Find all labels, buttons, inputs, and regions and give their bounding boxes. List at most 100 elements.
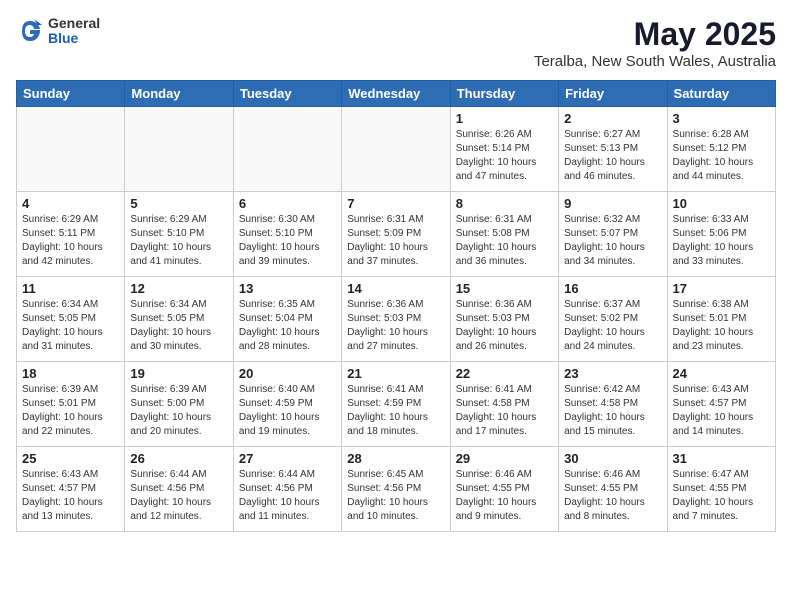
- day-info: Sunrise: 6:34 AM Sunset: 5:05 PM Dayligh…: [22, 298, 119, 354]
- day-number: 14: [347, 281, 444, 296]
- day-info: Sunrise: 6:41 AM Sunset: 4:59 PM Dayligh…: [347, 383, 444, 439]
- calendar-cell: 13 Sunrise: 6:35 AM Sunset: 5:04 PM Dayli…: [233, 277, 341, 362]
- weekday-header-tuesday: Tuesday: [233, 81, 341, 107]
- calendar-cell: [233, 107, 341, 192]
- day-number: 15: [456, 281, 553, 296]
- day-number: 4: [22, 196, 119, 211]
- day-info: Sunrise: 6:43 AM Sunset: 4:57 PM Dayligh…: [673, 383, 770, 439]
- calendar-cell: 20Sunrise: 6:40 AM Sunset: 4:59 PM Dayli…: [233, 362, 341, 447]
- week-row-3: 11 Sunrise: 6:34 AM Sunset: 5:05 PM Dayli…: [17, 277, 776, 362]
- weekday-header-monday: Monday: [125, 81, 233, 107]
- calendar-cell: 12 Sunrise: 6:34 AM Sunset: 5:05 PM Dayli…: [125, 277, 233, 362]
- day-info: Sunrise: 6:26 AM Sunset: 5:14 PM Dayligh…: [456, 128, 553, 184]
- week-row-2: 4 Sunrise: 6:29 AM Sunset: 5:11 PM Daylig…: [17, 192, 776, 277]
- day-number: 13: [239, 281, 336, 296]
- day-info: Sunrise: 6:27 AM Sunset: 5:13 PM Dayligh…: [564, 128, 661, 184]
- calendar-cell: 31 Sunrise: 6:47 AM Sunset: 4:55 PM Dayli…: [667, 447, 775, 532]
- day-info: Sunrise: 6:33 AM Sunset: 5:06 PM Dayligh…: [673, 213, 770, 269]
- day-number: 18: [22, 366, 119, 381]
- day-info: Sunrise: 6:30 AM Sunset: 5:10 PM Dayligh…: [239, 213, 336, 269]
- day-info: Sunrise: 6:28 AM Sunset: 5:12 PM Dayligh…: [673, 128, 770, 184]
- day-number: 6: [239, 196, 336, 211]
- day-number: 25: [22, 451, 119, 466]
- day-info: Sunrise: 6:31 AM Sunset: 5:09 PM Dayligh…: [347, 213, 444, 269]
- day-number: 8: [456, 196, 553, 211]
- day-info: Sunrise: 6:35 AM Sunset: 5:04 PM Dayligh…: [239, 298, 336, 354]
- day-number: 29: [456, 451, 553, 466]
- weekday-header-friday: Friday: [559, 81, 667, 107]
- day-number: 31: [673, 451, 770, 466]
- logo-icon: [16, 17, 44, 45]
- day-info: Sunrise: 6:46 AM Sunset: 4:55 PM Dayligh…: [456, 468, 553, 524]
- calendar-cell: [342, 107, 450, 192]
- calendar-cell: 14 Sunrise: 6:36 AM Sunset: 5:03 PM Dayli…: [342, 277, 450, 362]
- day-number: 28: [347, 451, 444, 466]
- logo-blue: Blue: [48, 31, 100, 46]
- calendar-cell: 23 Sunrise: 6:42 AM Sunset: 4:58 PM Dayli…: [559, 362, 667, 447]
- day-number: 17: [673, 281, 770, 296]
- day-number: 2: [564, 111, 661, 126]
- day-number: 20: [239, 366, 336, 381]
- week-row-4: 18 Sunrise: 6:39 AM Sunset: 5:01 PM Dayli…: [17, 362, 776, 447]
- day-number: 16: [564, 281, 661, 296]
- day-info: Sunrise: 6:43 AM Sunset: 4:57 PM Dayligh…: [22, 468, 119, 524]
- day-number: 27: [239, 451, 336, 466]
- day-number: 24: [673, 366, 770, 381]
- day-info: Sunrise: 6:41 AM Sunset: 4:58 PM Dayligh…: [456, 383, 553, 439]
- calendar-cell: 2 Sunrise: 6:27 AM Sunset: 5:13 PM Daylig…: [559, 107, 667, 192]
- day-number: 22: [456, 366, 553, 381]
- calendar-cell: 8 Sunrise: 6:31 AM Sunset: 5:08 PM Daylig…: [450, 192, 558, 277]
- calendar-cell: 11 Sunrise: 6:34 AM Sunset: 5:05 PM Dayli…: [17, 277, 125, 362]
- day-info: Sunrise: 6:39 AM Sunset: 5:01 PM Dayligh…: [22, 383, 119, 439]
- day-number: 21: [347, 366, 444, 381]
- day-info: Sunrise: 6:44 AM Sunset: 4:56 PM Dayligh…: [239, 468, 336, 524]
- day-number: 10: [673, 196, 770, 211]
- calendar-cell: [17, 107, 125, 192]
- calendar-cell: 19 Sunrise: 6:39 AM Sunset: 5:00 PM Dayli…: [125, 362, 233, 447]
- calendar-cell: 1 Sunrise: 6:26 AM Sunset: 5:14 PM Daylig…: [450, 107, 558, 192]
- day-number: 12: [130, 281, 227, 296]
- day-info: Sunrise: 6:38 AM Sunset: 5:01 PM Dayligh…: [673, 298, 770, 354]
- day-info: Sunrise: 6:42 AM Sunset: 4:58 PM Dayligh…: [564, 383, 661, 439]
- weekday-header-saturday: Saturday: [667, 81, 775, 107]
- month-title: May 2025: [534, 16, 776, 53]
- calendar-cell: 16Sunrise: 6:37 AM Sunset: 5:02 PM Dayli…: [559, 277, 667, 362]
- day-info: Sunrise: 6:36 AM Sunset: 5:03 PM Dayligh…: [347, 298, 444, 354]
- day-info: Sunrise: 6:32 AM Sunset: 5:07 PM Dayligh…: [564, 213, 661, 269]
- day-number: 26: [130, 451, 227, 466]
- day-number: 1: [456, 111, 553, 126]
- day-number: 19: [130, 366, 227, 381]
- calendar-cell: [125, 107, 233, 192]
- calendar-cell: 7 Sunrise: 6:31 AM Sunset: 5:09 PM Daylig…: [342, 192, 450, 277]
- day-info: Sunrise: 6:29 AM Sunset: 5:11 PM Dayligh…: [22, 213, 119, 269]
- calendar-cell: 21 Sunrise: 6:41 AM Sunset: 4:59 PM Dayli…: [342, 362, 450, 447]
- day-number: 11: [22, 281, 119, 296]
- location-title: Teralba, New South Wales, Australia: [534, 53, 776, 70]
- day-number: 7: [347, 196, 444, 211]
- page-header: General Blue May 2025 Teralba, New South…: [16, 16, 776, 70]
- calendar-cell: 3 Sunrise: 6:28 AM Sunset: 5:12 PM Daylig…: [667, 107, 775, 192]
- calendar-cell: 25 Sunrise: 6:43 AM Sunset: 4:57 PM Dayli…: [17, 447, 125, 532]
- day-info: Sunrise: 6:47 AM Sunset: 4:55 PM Dayligh…: [673, 468, 770, 524]
- calendar-cell: 6 Sunrise: 6:30 AM Sunset: 5:10 PM Daylig…: [233, 192, 341, 277]
- day-info: Sunrise: 6:34 AM Sunset: 5:05 PM Dayligh…: [130, 298, 227, 354]
- calendar-cell: 26 Sunrise: 6:44 AM Sunset: 4:56 PM Dayli…: [125, 447, 233, 532]
- weekday-header-sunday: Sunday: [17, 81, 125, 107]
- calendar-cell: 18 Sunrise: 6:39 AM Sunset: 5:01 PM Dayli…: [17, 362, 125, 447]
- logo-general: General: [48, 16, 100, 31]
- day-info: Sunrise: 6:44 AM Sunset: 4:56 PM Dayligh…: [130, 468, 227, 524]
- day-info: Sunrise: 6:31 AM Sunset: 5:08 PM Dayligh…: [456, 213, 553, 269]
- calendar-cell: 17 Sunrise: 6:38 AM Sunset: 5:01 PM Dayli…: [667, 277, 775, 362]
- day-info: Sunrise: 6:29 AM Sunset: 5:10 PM Dayligh…: [130, 213, 227, 269]
- day-number: 3: [673, 111, 770, 126]
- day-info: Sunrise: 6:36 AM Sunset: 5:03 PM Dayligh…: [456, 298, 553, 354]
- week-row-5: 25 Sunrise: 6:43 AM Sunset: 4:57 PM Dayli…: [17, 447, 776, 532]
- day-info: Sunrise: 6:46 AM Sunset: 4:55 PM Dayligh…: [564, 468, 661, 524]
- weekday-header-wednesday: Wednesday: [342, 81, 450, 107]
- day-number: 9: [564, 196, 661, 211]
- day-number: 23: [564, 366, 661, 381]
- day-info: Sunrise: 6:39 AM Sunset: 5:00 PM Dayligh…: [130, 383, 227, 439]
- calendar-cell: 24 Sunrise: 6:43 AM Sunset: 4:57 PM Dayli…: [667, 362, 775, 447]
- calendar-cell: 5Sunrise: 6:29 AM Sunset: 5:10 PM Daylig…: [125, 192, 233, 277]
- calendar-cell: 4 Sunrise: 6:29 AM Sunset: 5:11 PM Daylig…: [17, 192, 125, 277]
